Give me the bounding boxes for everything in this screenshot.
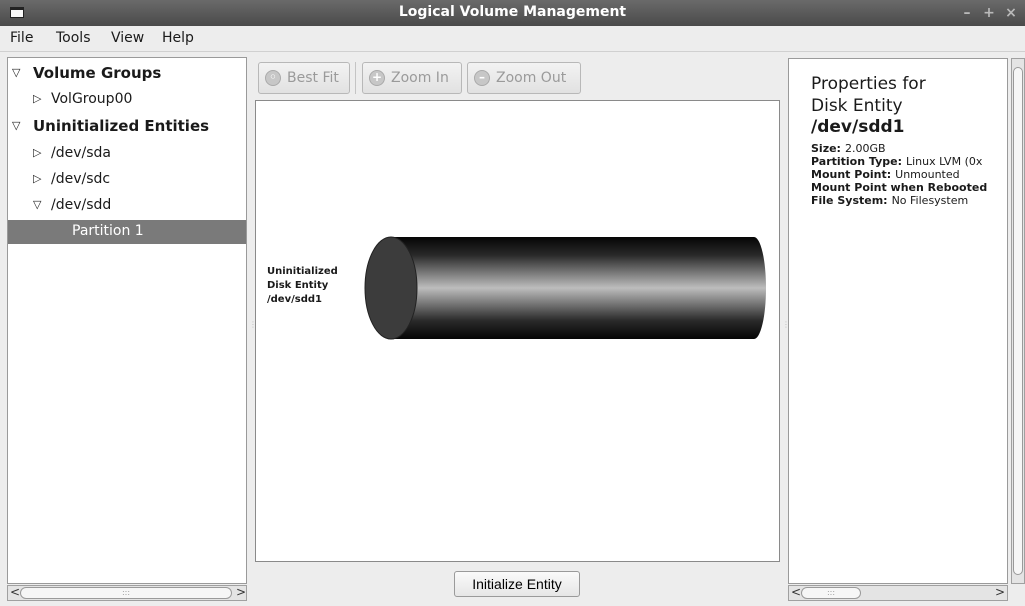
minimize-icon[interactable]: –: [958, 4, 976, 22]
expanded-arrow-icon[interactable]: ▽: [12, 66, 20, 79]
zoom-fit-icon: ◦: [265, 70, 281, 86]
entity-label: Uninitialized Disk Entity /dev/sdd1: [267, 265, 338, 307]
properties-title: Properties for Disk Entity: [811, 73, 926, 117]
best-fit-button[interactable]: ◦ Best Fit: [258, 62, 350, 94]
tree-node-sdd[interactable]: ▽ /dev/sdd: [8, 194, 246, 218]
zoom-out-icon: –: [474, 70, 490, 86]
entity-tree: ▽ Volume Groups ▷ VolGroup00 ▽ Uninitial…: [7, 57, 247, 584]
tree-node-label: VolGroup00: [51, 91, 133, 107]
disk-cylinder[interactable]: [364, 235, 768, 341]
zoom-in-button[interactable]: + Zoom In: [362, 62, 462, 94]
window-title: Logical Volume Management: [398, 4, 627, 20]
menu-tools[interactable]: Tools: [56, 30, 91, 46]
tree-node-label: /dev/sda: [51, 145, 111, 161]
scroll-left-icon[interactable]: <: [791, 585, 801, 599]
scrollbar-thumb[interactable]: :::: [801, 587, 861, 599]
properties-panel: Properties for Disk Entity /dev/sdd1 Siz…: [788, 58, 1008, 584]
zoom-out-button[interactable]: – Zoom Out: [467, 62, 581, 94]
tree-node-label: Volume Groups: [33, 64, 162, 82]
tree-node-volume-groups[interactable]: ▽ Volume Groups: [8, 62, 246, 86]
tree-node-sda[interactable]: ▷ /dev/sda: [8, 142, 246, 166]
title-bar: Logical Volume Management – + ×: [0, 0, 1025, 26]
entity-label-line3: /dev/sdd1: [267, 294, 322, 305]
property-file-system: File System: No Filesystem: [811, 194, 968, 207]
scrollbar-thumb[interactable]: [1013, 67, 1023, 575]
properties-title-line2: Disk Entity: [811, 96, 903, 116]
tree-node-label: Uninitialized Entities: [33, 117, 210, 135]
property-partition-type: Partition Type: Linux LVM (0x: [811, 155, 982, 168]
property-key: Partition Type:: [811, 155, 902, 168]
toolbar-separator: [355, 62, 356, 94]
left-splitter-handle[interactable]: ⋮: [249, 320, 257, 334]
property-value: No Filesystem: [891, 194, 969, 207]
menu-view[interactable]: View: [111, 30, 144, 46]
property-size: Size: 2.00GB: [811, 142, 886, 155]
property-value: Unmounted: [895, 168, 960, 181]
right-splitter-handle[interactable]: ⋮: [782, 320, 790, 334]
tree-node-label: Partition 1: [72, 223, 144, 239]
property-mount-point: Mount Point: Unmounted: [811, 168, 960, 181]
maximize-icon[interactable]: +: [980, 4, 998, 22]
property-value: Linux LVM (0x: [906, 155, 983, 168]
best-fit-label: Best Fit: [287, 70, 339, 86]
properties-title-line1: Properties for: [811, 74, 926, 94]
menu-help[interactable]: Help: [162, 30, 194, 46]
zoom-in-icon: +: [369, 70, 385, 86]
properties-vertical-scrollbar[interactable]: [1011, 58, 1025, 584]
initialize-entity-button[interactable]: Initialize Entity: [454, 571, 580, 597]
menu-file[interactable]: File: [10, 30, 33, 46]
collapsed-arrow-icon[interactable]: ▷: [33, 146, 41, 159]
properties-device: /dev/sdd1: [811, 117, 905, 137]
scroll-right-icon[interactable]: >: [995, 585, 1005, 599]
property-key: Mount Point:: [811, 168, 892, 181]
zoom-out-label: Zoom Out: [496, 70, 567, 86]
tree-node-volgroup00[interactable]: ▷ VolGroup00: [8, 88, 246, 112]
tree-node-label: /dev/sdc: [51, 171, 111, 187]
entity-label-line1: Uninitialized: [267, 266, 338, 277]
property-key: Mount Point when Rebooted: [811, 181, 988, 194]
tree-node-uninitialized[interactable]: ▽ Uninitialized Entities: [8, 115, 246, 139]
property-value: 2.00GB: [844, 142, 886, 155]
entity-label-line2: Disk Entity: [267, 280, 329, 291]
tree-node-sdc[interactable]: ▷ /dev/sdc: [8, 168, 246, 192]
scroll-left-icon[interactable]: <: [10, 585, 20, 599]
volume-canvas[interactable]: Uninitialized Disk Entity /dev/sdd1: [255, 100, 780, 562]
scrollbar-thumb[interactable]: :::: [20, 587, 232, 599]
expanded-arrow-icon[interactable]: ▽: [33, 198, 41, 211]
properties-horizontal-scrollbar[interactable]: < ::: >: [788, 585, 1008, 601]
tree-node-partition-1[interactable]: Partition 1: [8, 220, 246, 244]
collapsed-arrow-icon[interactable]: ▷: [33, 92, 41, 105]
property-key: Size:: [811, 142, 841, 155]
expanded-arrow-icon[interactable]: ▽: [12, 119, 20, 132]
property-mount-point-rebooted: Mount Point when Rebooted: [811, 181, 991, 194]
menu-bar: File Tools View Help: [0, 26, 1025, 52]
zoom-in-label: Zoom In: [391, 70, 449, 86]
close-icon[interactable]: ×: [1002, 4, 1020, 22]
tree-node-label: /dev/sdd: [51, 197, 112, 213]
collapsed-arrow-icon[interactable]: ▷: [33, 172, 41, 185]
tree-horizontal-scrollbar[interactable]: < ::: >: [7, 585, 247, 601]
property-key: File System:: [811, 194, 888, 207]
scroll-right-icon[interactable]: >: [236, 585, 246, 599]
